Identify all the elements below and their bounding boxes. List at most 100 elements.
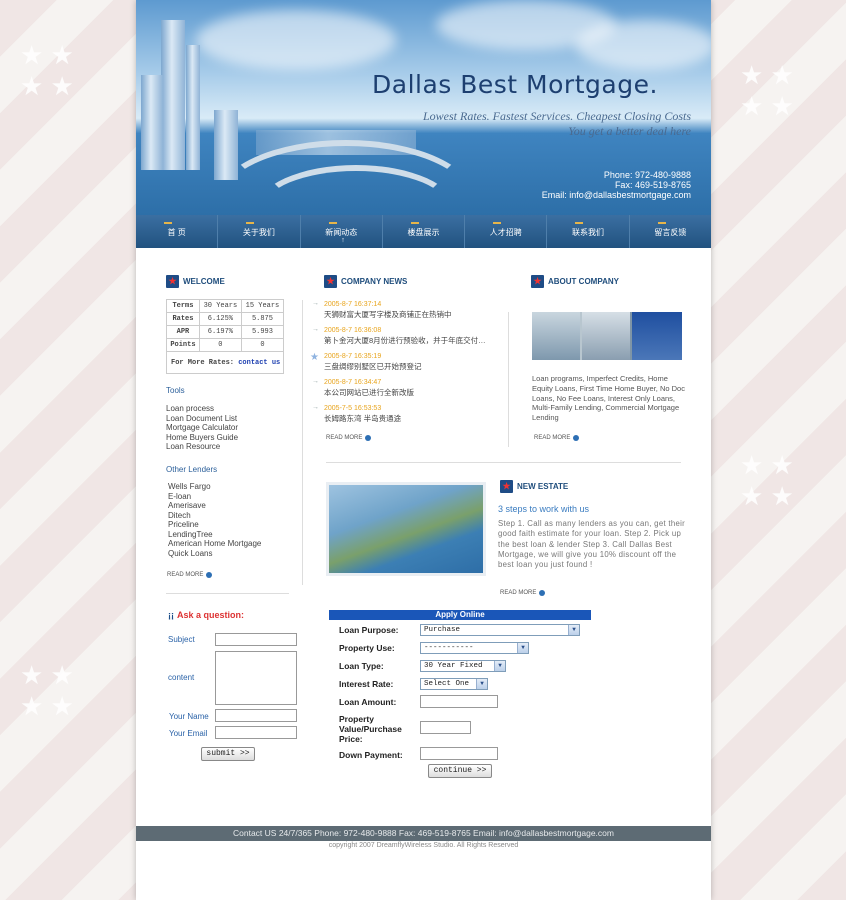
- rates-cell: 6.125%: [198, 312, 242, 326]
- tools-link[interactable]: Loan process: [166, 404, 238, 414]
- apply-online-heading: Apply Online: [329, 610, 591, 620]
- news-item[interactable]: → 2005-8-7 16:36:08 第卜金河大厦8月份进行预验收，并于年底交…: [312, 326, 497, 346]
- tools-link[interactable]: Home Buyers Guide: [166, 433, 238, 443]
- news-title: COMPANY NEWS: [341, 277, 408, 286]
- estate-heading: ★ NEW ESTATE: [500, 480, 568, 493]
- about-heading: ★ ABOUT COMPANY: [531, 275, 619, 288]
- contact-us-link[interactable]: contact us: [238, 359, 280, 367]
- lender-link[interactable]: Priceline: [168, 520, 261, 530]
- continue-button[interactable]: continue >>: [428, 764, 492, 778]
- loan-purpose-select[interactable]: Purchase ▼: [420, 624, 580, 636]
- news-text: 天狮财富大厦写字楼及商铺正在热销中: [324, 310, 452, 319]
- header-banner: Dallas Best Mortgage. Lowest Rates. Fast…: [136, 0, 711, 215]
- lender-link[interactable]: Amerisave: [168, 501, 261, 511]
- about-read-more[interactable]: READ MORE: [534, 435, 580, 441]
- estate-subheading: 3 steps to work with us: [498, 504, 590, 514]
- chevron-down-icon: ▼: [568, 625, 579, 635]
- star-icon: ★: [324, 275, 337, 288]
- divider: [326, 462, 681, 463]
- lender-link[interactable]: Ditech: [168, 511, 261, 521]
- news-item[interactable]: → 2005-8-7 16:37:14 天狮财富大厦写字楼及商铺正在热销中: [312, 300, 497, 320]
- news-item[interactable]: → 2005-8-7 16:34:47 本公司网站已进行全新改版: [312, 378, 497, 398]
- copyright: copyright 2007 DreamflyWireless Studio. …: [328, 842, 519, 849]
- news-list: → 2005-8-7 16:37:14 天狮财富大厦写字楼及商铺正在热销中 → …: [310, 300, 497, 430]
- loan-type-value: 30 Year Fixed: [424, 662, 483, 670]
- welcome-heading: ★ WELCOME: [166, 275, 225, 288]
- news-date: 2005-8-7 16:37:14: [324, 301, 382, 308]
- divider: [508, 312, 509, 447]
- property-value-label: Property Value/Purchase Price:: [339, 714, 402, 744]
- welcome-read-more[interactable]: READ MORE: [167, 572, 213, 578]
- tools-heading: Tools: [166, 386, 185, 395]
- header-fax: Fax: 469-519-8765: [614, 180, 691, 190]
- nav-properties[interactable]: 楼盘展示: [383, 215, 466, 248]
- star-icon: ★ ★ ★ ★: [740, 450, 794, 511]
- rates-cell: APR: [166, 325, 200, 339]
- news-text: 三盘绸缪别墅区已开始预登记: [324, 362, 422, 371]
- news-date: 2005-7-5 16:53:53: [324, 405, 382, 412]
- interest-rate-select[interactable]: Select One ▼: [420, 678, 488, 690]
- estate-title: NEW ESTATE: [517, 482, 569, 491]
- nav-news[interactable]: 新闻动态 ↑: [301, 215, 383, 248]
- property-value-input[interactable]: [420, 721, 471, 734]
- nav-feedback[interactable]: 留言反馈: [630, 215, 711, 248]
- loan-type-label: Loan Type:: [339, 661, 384, 671]
- chevron-down-icon: ▼: [494, 661, 505, 671]
- arrow-icon: [573, 435, 580, 441]
- property-use-label: Property Use:: [339, 643, 395, 653]
- news-item[interactable]: ★ 2005-8-7 16:35:19 三盘绸缪别墅区已开始预登记: [310, 352, 497, 372]
- news-read-more[interactable]: READ MORE: [326, 435, 372, 441]
- footer-contact: Contact US 24/7/365 Phone: 972-480-9888 …: [136, 826, 711, 841]
- news-text: 第卜金河大厦8月份进行预验收，并于年底交付…: [324, 336, 486, 345]
- estate-read-more[interactable]: READ MORE: [500, 590, 546, 596]
- star-icon: ★ ★ ★ ★: [20, 40, 74, 101]
- brand-title: Dallas Best Mortgage.: [372, 70, 658, 99]
- news-item[interactable]: → 2005-7-5 16:53:53 长姆路东湾 半岛贵通途: [312, 404, 497, 424]
- tools-link[interactable]: Loan Resource: [166, 442, 238, 452]
- read-more-label: READ MORE: [167, 572, 204, 578]
- header-email[interactable]: Email: info@dallasbestmortgage.com: [542, 190, 691, 200]
- down-payment-input[interactable]: [420, 747, 498, 760]
- office-photo: [532, 312, 682, 360]
- star-icon: ★: [500, 480, 513, 493]
- tools-link[interactable]: Loan Document List: [166, 414, 238, 424]
- content-textarea[interactable]: [215, 651, 297, 705]
- read-more-label: READ MORE: [534, 435, 571, 441]
- name-input[interactable]: [215, 709, 297, 722]
- nav-home[interactable]: 首 页: [136, 215, 219, 248]
- nav-about[interactable]: 关于我们: [218, 215, 301, 248]
- property-use-select[interactable]: ----------- ▼: [420, 642, 529, 654]
- loan-amount-input[interactable]: [420, 695, 498, 708]
- arrow-icon: [539, 590, 546, 596]
- email-input[interactable]: [215, 726, 297, 739]
- arrow-icon: →: [312, 300, 319, 307]
- rates-cell: Rates: [166, 312, 200, 326]
- nav-news-label: 新闻动态: [325, 228, 358, 237]
- nav-contact[interactable]: 联系我们: [547, 215, 630, 248]
- lender-link[interactable]: American Home Mortgage: [168, 539, 261, 549]
- news-text: 长姆路东湾 半岛贵通途: [324, 414, 402, 423]
- rates-header-cell: 15 Years: [240, 299, 285, 313]
- lender-link[interactable]: E-loan: [168, 492, 261, 502]
- subject-input[interactable]: [215, 633, 297, 646]
- lender-link[interactable]: Wells Fargo: [168, 482, 261, 492]
- lenders-heading: Other Lenders: [166, 465, 218, 474]
- quote-icon: ¡¡: [168, 610, 174, 620]
- loan-type-select[interactable]: 30 Year Fixed ▼: [420, 660, 506, 672]
- read-more-label: READ MORE: [326, 435, 363, 441]
- divider: [302, 300, 303, 585]
- loan-purpose-value: Purchase: [424, 626, 461, 634]
- lender-link[interactable]: LendingTree: [168, 530, 261, 540]
- rates-cell: 5.875: [240, 312, 285, 326]
- submit-button[interactable]: submit >>: [201, 747, 255, 761]
- nav-careers[interactable]: 人才招聘: [465, 215, 548, 248]
- chevron-down-icon: ▼: [517, 643, 528, 653]
- content-label: content: [168, 673, 195, 682]
- rates-table: Terms 30 Years 15 Years Rates 6.125% 5.8…: [166, 299, 285, 374]
- lender-link[interactable]: Quick Loans: [168, 549, 261, 559]
- header-contact: Phone: 972-480-9888 Fax: 469-519-8765 Em…: [542, 170, 691, 200]
- tools-link[interactable]: Mortgage Calculator: [166, 423, 238, 433]
- tagline: Lowest Rates. Fastest Services. Cheapest…: [423, 109, 691, 139]
- welcome-title: WELCOME: [183, 277, 225, 286]
- news-text: 本公司网站已进行全新改版: [324, 388, 414, 397]
